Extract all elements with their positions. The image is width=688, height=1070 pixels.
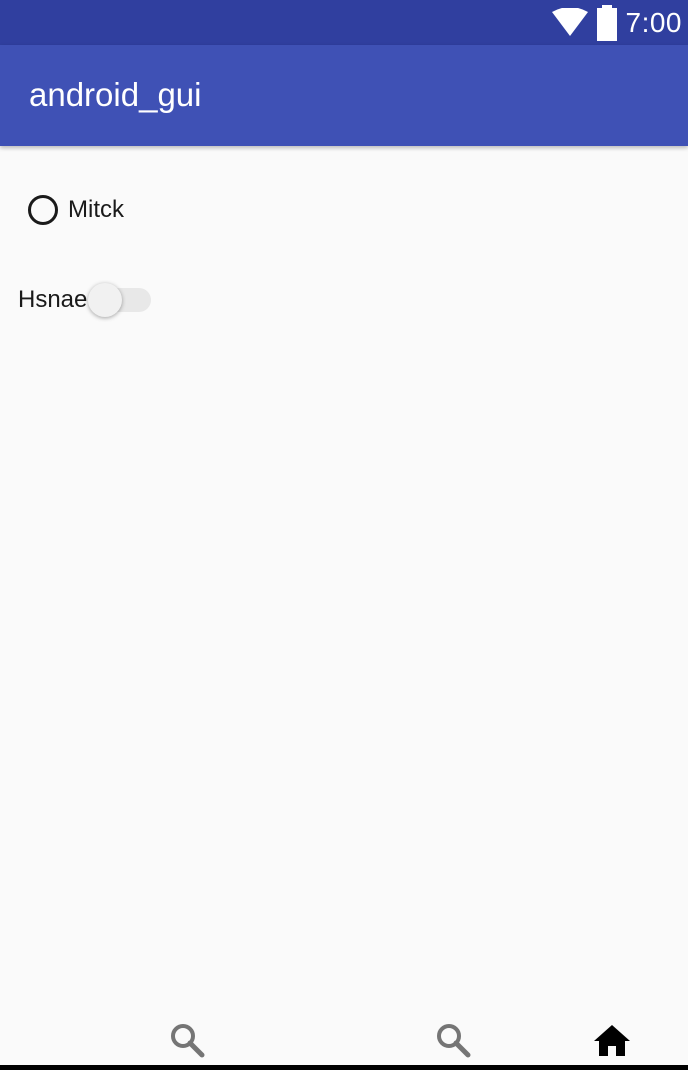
bottom-navigation bbox=[0, 1010, 688, 1065]
bottom-edge bbox=[0, 1065, 688, 1070]
app-title: android_gui bbox=[29, 76, 202, 113]
radio-circle-icon bbox=[28, 195, 58, 225]
switch-label: Hsnae bbox=[18, 286, 88, 313]
switch-toggle[interactable] bbox=[87, 280, 153, 320]
search-button-1[interactable] bbox=[165, 1018, 209, 1062]
app-bar: android_gui bbox=[0, 45, 688, 146]
status-time: 7:00 bbox=[625, 6, 682, 38]
wifi-icon bbox=[551, 7, 588, 36]
home-button[interactable] bbox=[590, 1018, 634, 1062]
app-screen: 7:00 android_gui Mitck Hsnae bbox=[0, 0, 688, 1070]
search-button-2[interactable] bbox=[431, 1018, 475, 1062]
search-icon bbox=[171, 1024, 205, 1058]
mitck-radio-button[interactable]: Mitck bbox=[28, 190, 124, 230]
battery-icon bbox=[596, 4, 617, 41]
hsnae-switch[interactable]: Hsnae bbox=[18, 280, 153, 320]
search-icon bbox=[437, 1024, 471, 1058]
status-bar: 7:00 bbox=[0, 0, 688, 45]
status-icons: 7:00 bbox=[551, 0, 683, 45]
home-icon bbox=[594, 1025, 630, 1056]
radio-label: Mitck bbox=[68, 196, 124, 223]
